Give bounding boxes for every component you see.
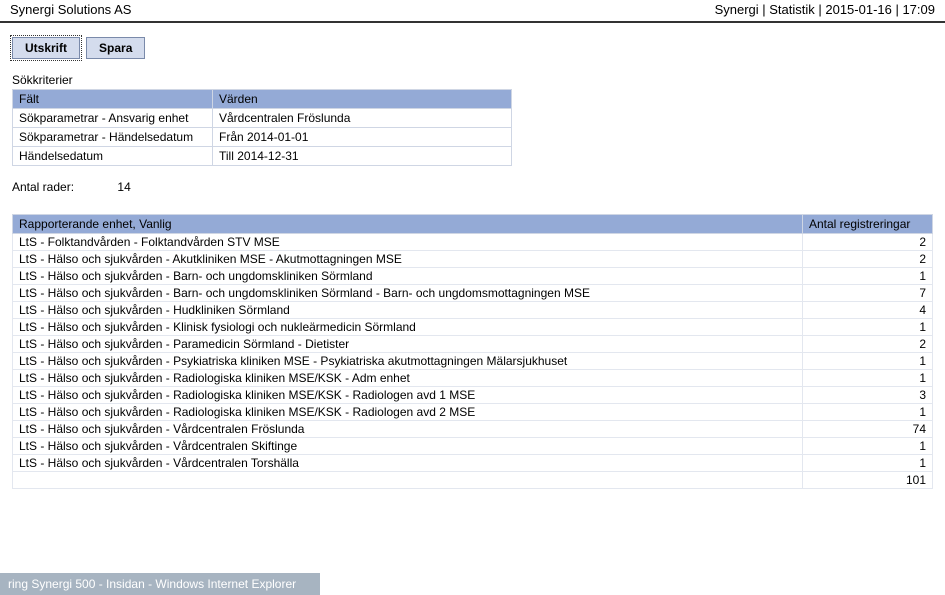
criteria-cell-field: Händelsedatum [13, 147, 213, 166]
table-row: LtS - Hälso och sjukvården - Klinisk fys… [13, 319, 933, 336]
results-header-count: Antal registreringar [803, 215, 933, 234]
results-cell-unit: LtS - Hälso och sjukvården - Barn- och u… [13, 268, 803, 285]
table-row: LtS - Hälso och sjukvården - Vårdcentral… [13, 455, 933, 472]
results-cell-unit: LtS - Hälso och sjukvården - Hudkliniken… [13, 302, 803, 319]
taskbar-overlay: ring Synergi 500 - Insidan - Windows Int… [0, 573, 320, 595]
results-cell-unit: LtS - Hälso och sjukvården - Vårdcentral… [13, 438, 803, 455]
criteria-table: Fält Värden Sökparametrar - Ansvarig enh… [12, 89, 512, 166]
results-cell-count: 2 [803, 251, 933, 268]
results-cell-unit: LtS - Hälso och sjukvården - Akutklinike… [13, 251, 803, 268]
results-cell-unit: LtS - Hälso och sjukvården - Paramedicin… [13, 336, 803, 353]
results-cell-count: 4 [803, 302, 933, 319]
content-area: Utskrift Spara Sökkriterier Fält Värden … [0, 23, 945, 489]
results-cell-count: 7 [803, 285, 933, 302]
results-table: Rapporterande enhet, Vanlig Antal regist… [12, 214, 933, 489]
table-row: LtS - Hälso och sjukvården - Vårdcentral… [13, 421, 933, 438]
results-cell-unit: LtS - Hälso och sjukvården - Radiologisk… [13, 404, 803, 421]
results-cell-unit: LtS - Hälso och sjukvården - Barn- och u… [13, 285, 803, 302]
results-total-label [13, 472, 803, 489]
row-count: Antal rader: 14 [12, 180, 933, 194]
results-cell-count: 1 [803, 353, 933, 370]
table-row: LtS - Hälso och sjukvården - Radiologisk… [13, 387, 933, 404]
results-cell-unit: LtS - Hälso och sjukvården - Vårdcentral… [13, 455, 803, 472]
table-row: LtS - Hälso och sjukvården - Paramedicin… [13, 336, 933, 353]
table-row: LtS - Hälso och sjukvården - Hudkliniken… [13, 302, 933, 319]
results-cell-count: 2 [803, 234, 933, 251]
results-cell-count: 3 [803, 387, 933, 404]
results-cell-unit: LtS - Hälso och sjukvården - Klinisk fys… [13, 319, 803, 336]
criteria-cell-value: Till 2014-12-31 [213, 147, 512, 166]
results-header-unit: Rapporterande enhet, Vanlig [13, 215, 803, 234]
table-row: LtS - Hälso och sjukvården - Akutklinike… [13, 251, 933, 268]
save-button[interactable]: Spara [86, 37, 145, 59]
table-row: LtS - Hälso och sjukvården - Radiologisk… [13, 404, 933, 421]
row-count-label: Antal rader: [12, 180, 74, 194]
criteria-header-values: Värden [213, 90, 512, 109]
results-cell-count: 1 [803, 370, 933, 387]
company-name: Synergi Solutions AS [10, 2, 131, 17]
criteria-cell-field: Sökparametrar - Händelsedatum [13, 128, 213, 147]
criteria-row: HändelsedatumTill 2014-12-31 [13, 147, 512, 166]
header-right: Synergi | Statistik | 2015-01-16 | 17:09 [715, 2, 935, 17]
results-total-value: 101 [803, 472, 933, 489]
criteria-header-field: Fält [13, 90, 213, 109]
row-count-value: 14 [117, 180, 130, 194]
criteria-row: Sökparametrar - HändelsedatumFrån 2014-0… [13, 128, 512, 147]
criteria-cell-value: Från 2014-01-01 [213, 128, 512, 147]
results-total-row: 101 [13, 472, 933, 489]
results-cell-unit: LtS - Hälso och sjukvården - Radiologisk… [13, 370, 803, 387]
results-cell-count: 74 [803, 421, 933, 438]
page-header: Synergi Solutions AS Synergi | Statistik… [0, 0, 945, 23]
criteria-row: Sökparametrar - Ansvarig enhetVårdcentra… [13, 109, 512, 128]
results-cell-count: 2 [803, 336, 933, 353]
table-row: LtS - Folktandvården - Folktandvården ST… [13, 234, 933, 251]
criteria-cell-field: Sökparametrar - Ansvarig enhet [13, 109, 213, 128]
results-cell-unit: LtS - Hälso och sjukvården - Vårdcentral… [13, 421, 803, 438]
criteria-cell-value: Vårdcentralen Fröslunda [213, 109, 512, 128]
print-button[interactable]: Utskrift [12, 37, 80, 59]
results-cell-count: 1 [803, 404, 933, 421]
toolbar: Utskrift Spara [12, 37, 933, 59]
table-row: LtS - Hälso och sjukvården - Radiologisk… [13, 370, 933, 387]
table-row: LtS - Hälso och sjukvården - Psykiatrisk… [13, 353, 933, 370]
results-cell-unit: LtS - Folktandvården - Folktandvården ST… [13, 234, 803, 251]
results-cell-count: 1 [803, 268, 933, 285]
table-row: LtS - Hälso och sjukvården - Vårdcentral… [13, 438, 933, 455]
results-cell-unit: LtS - Hälso och sjukvården - Radiologisk… [13, 387, 803, 404]
results-cell-count: 1 [803, 455, 933, 472]
results-cell-count: 1 [803, 319, 933, 336]
results-cell-unit: LtS - Hälso och sjukvården - Psykiatrisk… [13, 353, 803, 370]
table-row: LtS - Hälso och sjukvården - Barn- och u… [13, 285, 933, 302]
results-cell-count: 1 [803, 438, 933, 455]
criteria-label: Sökkriterier [12, 73, 933, 87]
table-row: LtS - Hälso och sjukvården - Barn- och u… [13, 268, 933, 285]
